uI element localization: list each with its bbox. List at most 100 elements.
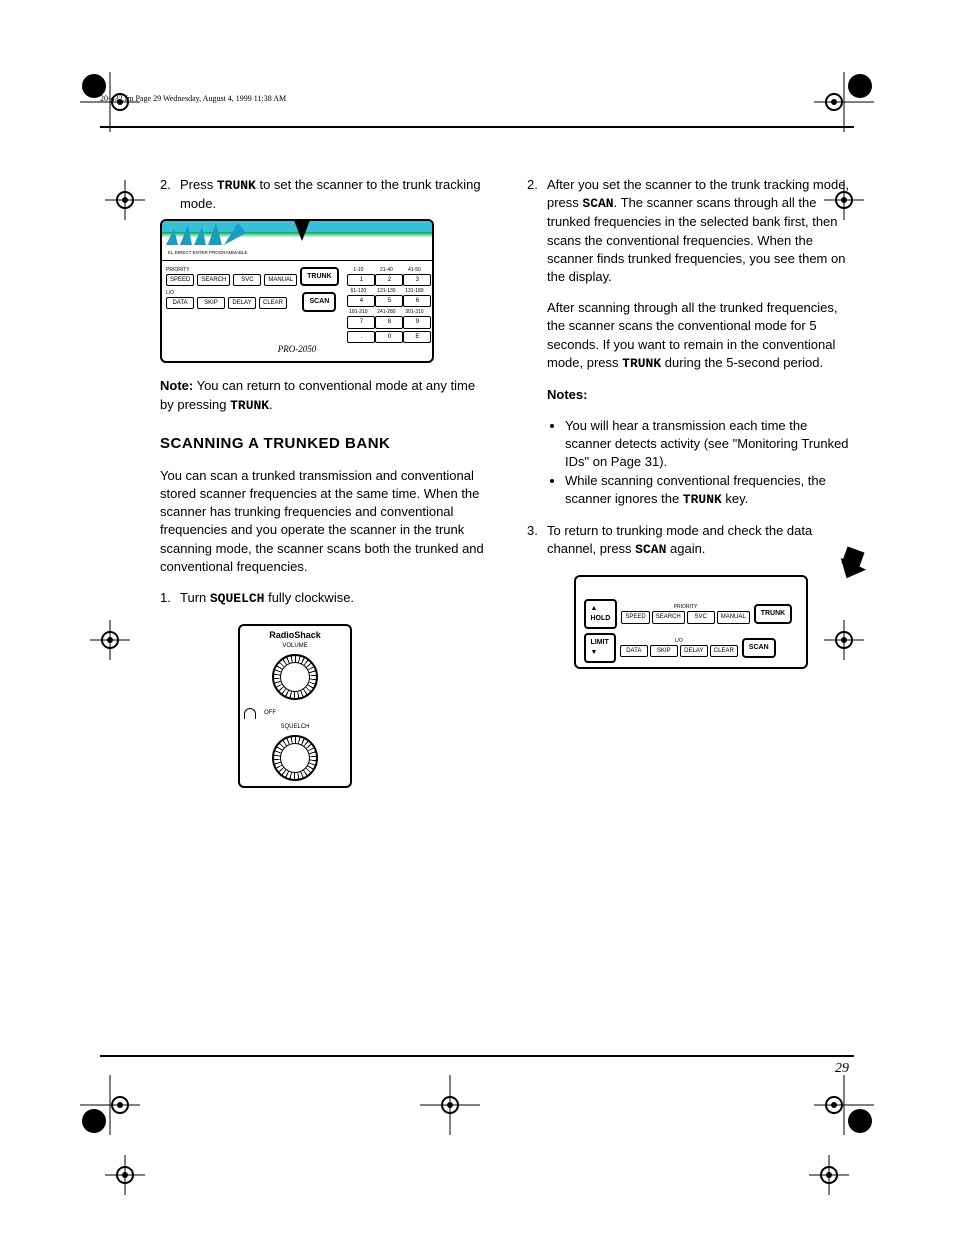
text: Turn	[180, 590, 210, 605]
volume-label: VOLUME	[240, 642, 350, 650]
scan-button: SCAN	[302, 292, 336, 312]
note-item: You will hear a transmission each time t…	[565, 417, 854, 472]
notes-label: Notes:	[547, 387, 587, 402]
model-label: PRO-2050	[162, 343, 432, 356]
data-button: DATA	[166, 297, 194, 309]
manual-button: MANUAL	[717, 611, 750, 623]
key-scan: SCAN	[635, 542, 666, 557]
key-6: 6	[403, 295, 431, 307]
step-text: After you set the scanner to the trunk t…	[547, 176, 854, 286]
label: L/O	[620, 638, 738, 645]
note-label: Note:	[160, 378, 193, 393]
right-column: 2. After you set the scanner to the trun…	[527, 170, 854, 1055]
squelch-label: SQUELCH	[240, 723, 350, 731]
text: key.	[722, 491, 749, 506]
key-scan: SCAN	[582, 196, 613, 211]
trunk-button: TRUNK	[754, 604, 793, 624]
key-7: 7	[347, 316, 375, 328]
section-title: SCANNING A TRUNKED BANK	[160, 433, 487, 454]
step-1b: 1. Turn SQUELCH fully clockwise.	[160, 589, 487, 608]
crop-mark-icon	[80, 1075, 140, 1135]
step-number: 2.	[160, 176, 180, 213]
page-number: 29	[835, 1061, 849, 1077]
label: PRIORITY	[166, 267, 297, 274]
label: 131-180	[403, 288, 425, 295]
label: 21-40	[375, 267, 397, 274]
skip-button: SKIP	[197, 297, 225, 309]
label: LIMIT	[591, 639, 609, 646]
note-item: While scanning conventional frequencies,…	[565, 472, 854, 509]
crop-mark-icon	[814, 72, 874, 132]
label: 181-210	[347, 309, 369, 316]
clear-button: CLEAR	[259, 297, 287, 309]
key-dot: .	[347, 331, 375, 343]
delay-button: DELAY	[228, 297, 256, 309]
squelch-knob-icon	[272, 735, 318, 781]
key-trunk: TRUNK	[217, 178, 256, 193]
text: .	[269, 397, 273, 412]
body-paragraph: After scanning through all the trunked f…	[547, 299, 854, 373]
label: 41-50	[403, 267, 425, 274]
step-number: 1.	[160, 589, 180, 608]
notes-list: You will hear a transmission each time t…	[547, 417, 854, 509]
label: HOLD	[591, 615, 611, 622]
headphone-icon	[244, 708, 256, 719]
skip-button: SKIP	[650, 645, 678, 657]
hold-button: ▲HOLD	[584, 599, 618, 629]
step-number: 3.	[527, 522, 547, 559]
limit-button: LIMIT▼	[584, 633, 616, 663]
key-3: 3	[403, 274, 431, 286]
step-number: 2.	[527, 176, 547, 286]
crop-mark-icon	[95, 170, 155, 230]
step-text: Press TRUNK to set the scanner to the tr…	[180, 176, 487, 213]
key-1: 1	[347, 274, 375, 286]
key-trunk: TRUNK	[622, 356, 661, 371]
key-e: E	[403, 331, 431, 343]
text: again.	[666, 541, 705, 556]
key-0: 0	[375, 331, 403, 343]
figure-control-panel: ▲HOLD PRIORITY SPEED SEARCH SVC MANUAL	[574, 575, 808, 669]
step-text: Turn SQUELCH fully clockwise.	[180, 589, 487, 608]
scan-button: SCAN	[742, 638, 776, 658]
key-trunk: TRUNK	[683, 492, 722, 507]
text: You can return to conventional mode at a…	[160, 378, 475, 411]
volume-knob-icon	[272, 654, 318, 700]
content-columns: 2. Press TRUNK to set the scanner to the…	[160, 170, 854, 1055]
display-subtitle: EL DIRECT ENTER PROGRAMMABLE	[162, 249, 432, 257]
label: PRIORITY	[621, 604, 749, 611]
search-button: SEARCH	[652, 611, 685, 623]
text: fully clockwise.	[264, 590, 354, 605]
crop-mark-icon	[80, 610, 140, 670]
header-filename: 20-432.fm Page 29 Wednesday, August 4, 1…	[100, 94, 286, 103]
figure-scanner-front: EL DIRECT ENTER PROGRAMMABLE PRIORITY SP…	[160, 219, 434, 363]
label: 241-280	[375, 309, 397, 316]
step-2b: 2. After you set the scanner to the trun…	[527, 176, 854, 286]
notes-label-paragraph: Notes:	[547, 386, 854, 404]
header-rule	[100, 126, 854, 128]
brand-label: RadioShack	[240, 626, 350, 642]
footer-rule	[100, 1055, 854, 1057]
crop-mark-icon	[799, 1145, 859, 1205]
label: 61-120	[347, 288, 369, 295]
key-8: 8	[375, 316, 403, 328]
crop-mark-icon	[420, 1075, 480, 1135]
svc-button: SVC	[687, 611, 715, 623]
label: 301-310	[403, 309, 425, 316]
data-button: DATA	[620, 645, 648, 657]
label: 1-10	[347, 267, 369, 274]
key-5: 5	[375, 295, 403, 307]
key-4: 4	[347, 295, 375, 307]
label: 121-130	[375, 288, 397, 295]
manual-button: MANUAL	[264, 274, 297, 286]
speed-button: SPEED	[166, 274, 194, 286]
note-paragraph: Note: You can return to conventional mod…	[160, 377, 487, 414]
control-squelch: SQUELCH	[210, 591, 265, 606]
step-3: 3. To return to trunking mode and check …	[527, 522, 854, 559]
off-label: OFF	[264, 709, 350, 717]
step-2: 2. Press TRUNK to set the scanner to the…	[160, 176, 487, 213]
clear-button: CLEAR	[710, 645, 738, 657]
left-column: 2. Press TRUNK to set the scanner to the…	[160, 170, 487, 1055]
trunk-button: TRUNK	[300, 267, 339, 287]
key-9: 9	[403, 316, 431, 328]
step-text: To return to trunking mode and check the…	[547, 522, 854, 559]
